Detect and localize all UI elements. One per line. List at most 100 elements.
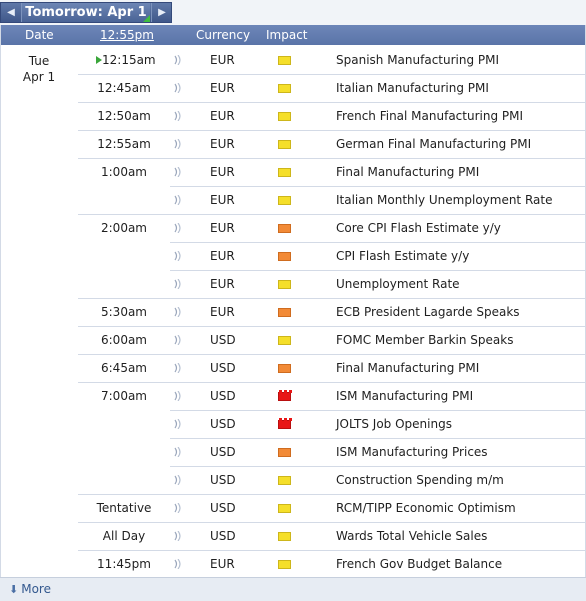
current-day-label: Tomorrow: Apr 1	[25, 5, 147, 20]
impact-medium-icon[interactable]	[278, 242, 294, 270]
calendar-toolbar: ◀ Tomorrow: Apr 1 ▶	[0, 0, 586, 25]
event-row[interactable]: USD ISM Manufacturing Prices	[0, 438, 586, 466]
event-time: 2:00am	[101, 221, 147, 235]
event-title[interactable]: French Final Manufacturing PMI	[336, 102, 523, 130]
event-title[interactable]: Unemployment Rate	[336, 270, 460, 298]
event-title[interactable]: French Gov Budget Balance	[336, 550, 502, 578]
impact-low-icon[interactable]	[278, 74, 294, 102]
column-header-date: Date	[25, 28, 54, 42]
event-currency: EUR	[210, 109, 235, 123]
event-row[interactable]: 6:45am USD Final Manufacturing PMI	[0, 354, 586, 382]
next-day-button[interactable]: ▶	[151, 3, 172, 22]
event-currency: EUR	[210, 305, 235, 319]
event-row[interactable]: All Day USD Wards Total Vehicle Sales	[0, 522, 586, 550]
event-row[interactable]: USD JOLTS Job Openings	[0, 410, 586, 438]
event-title[interactable]: Spanish Manufacturing PMI	[336, 46, 499, 74]
impact-medium-icon[interactable]	[278, 354, 294, 382]
previous-day-button[interactable]: ◀	[1, 3, 22, 22]
more-link[interactable]: ⬇ More	[9, 578, 51, 601]
event-row[interactable]: USD Construction Spending m/m	[0, 466, 586, 494]
event-time: 6:45am	[101, 361, 147, 375]
impact-low-icon[interactable]	[278, 130, 294, 158]
arrow-left-icon: ◀	[7, 7, 15, 18]
event-row[interactable]: 12:50am EUR French Final Manufacturing PMI	[0, 102, 586, 130]
event-time: 5:30am	[101, 305, 147, 319]
event-currency: USD	[210, 501, 236, 515]
day-navigator: ◀ Tomorrow: Apr 1 ▶	[0, 2, 172, 23]
event-title[interactable]: Wards Total Vehicle Sales	[336, 522, 487, 550]
impact-low-icon[interactable]	[278, 102, 294, 130]
event-row[interactable]: 6:00am USD FOMC Member Barkin Speaks	[0, 326, 586, 354]
event-currency: USD	[210, 529, 236, 543]
event-row[interactable]: 12:45am EUR Italian Manufacturing PMI	[0, 74, 586, 102]
event-title[interactable]: ISM Manufacturing Prices	[336, 438, 488, 466]
impact-high-icon[interactable]	[278, 382, 294, 410]
event-title[interactable]: CPI Flash Estimate y/y	[336, 242, 469, 270]
event-currency: USD	[210, 389, 236, 403]
event-title[interactable]: Italian Monthly Unemployment Rate	[336, 186, 552, 214]
event-title[interactable]: German Final Manufacturing PMI	[336, 130, 531, 158]
impact-high-icon[interactable]	[278, 410, 294, 438]
event-time: 12:55am	[97, 137, 151, 151]
event-title[interactable]: Italian Manufacturing PMI	[336, 74, 489, 102]
event-row[interactable]: 7:00am USD ISM Manufacturing PMI	[0, 382, 586, 410]
event-currency: EUR	[210, 557, 235, 571]
event-currency: USD	[210, 361, 236, 375]
impact-low-icon[interactable]	[278, 158, 294, 186]
event-currency: EUR	[210, 81, 235, 95]
current-time-link[interactable]: 12:55pm	[100, 25, 154, 45]
impact-medium-icon[interactable]	[278, 438, 294, 466]
impact-medium-icon[interactable]	[278, 214, 294, 242]
impact-medium-icon[interactable]	[278, 298, 294, 326]
event-time: 12:50am	[97, 109, 151, 123]
impact-low-icon[interactable]	[278, 494, 294, 522]
current-day-tab[interactable]: Tomorrow: Apr 1	[22, 3, 150, 22]
event-row[interactable]: EUR Unemployment Rate	[0, 270, 586, 298]
event-currency: EUR	[210, 221, 235, 235]
column-header-currency: Currency	[196, 28, 251, 42]
event-time: 12:45am	[97, 81, 151, 95]
event-title[interactable]: FOMC Member Barkin Speaks	[336, 326, 513, 354]
impact-low-icon[interactable]	[278, 270, 294, 298]
arrow-right-icon: ▶	[158, 7, 166, 18]
event-row[interactable]: Tentative USD RCM/TIPP Economic Optimism	[0, 494, 586, 522]
event-row[interactable]: 2:00am EUR Core CPI Flash Estimate y/y	[0, 214, 586, 242]
event-row[interactable]: 1:00am EUR Final Manufacturing PMI	[0, 158, 586, 186]
event-title[interactable]: Construction Spending m/m	[336, 466, 504, 494]
impact-low-icon[interactable]	[278, 186, 294, 214]
event-currency: EUR	[210, 165, 235, 179]
event-currency: USD	[210, 333, 236, 347]
event-row[interactable]: 12:15am EUR Spanish Manufacturing PMI	[0, 46, 586, 74]
event-row[interactable]: 11:45pm EUR French Gov Budget Balance	[0, 550, 586, 578]
event-row[interactable]: EUR Italian Monthly Unemployment Rate	[0, 186, 586, 214]
table-header: Date 12:55pm Currency Impact	[0, 25, 586, 45]
download-arrow-icon: ⬇	[9, 583, 19, 596]
event-title[interactable]: RCM/TIPP Economic Optimism	[336, 494, 516, 522]
event-time: 11:45pm	[97, 557, 151, 571]
impact-low-icon[interactable]	[278, 466, 294, 494]
event-title[interactable]: Final Manufacturing PMI	[336, 354, 479, 382]
event-title[interactable]: ECB President Lagarde Speaks	[336, 298, 520, 326]
event-row[interactable]: 12:55am EUR German Final Manufacturing PMI	[0, 130, 586, 158]
event-time: 1:00am	[101, 165, 147, 179]
impact-low-icon[interactable]	[278, 550, 294, 578]
event-title[interactable]: Core CPI Flash Estimate y/y	[336, 214, 501, 242]
impact-low-icon[interactable]	[278, 326, 294, 354]
event-currency: EUR	[210, 277, 235, 291]
calendar-footer: ⬇ More	[0, 577, 586, 601]
event-time: All Day	[102, 529, 146, 543]
event-currency: USD	[210, 473, 236, 487]
event-row[interactable]: 5:30am EUR ECB President Lagarde Speaks	[0, 298, 586, 326]
event-currency: USD	[210, 417, 236, 431]
event-row[interactable]: EUR CPI Flash Estimate y/y	[0, 242, 586, 270]
event-title[interactable]: ISM Manufacturing PMI	[336, 382, 473, 410]
impact-low-icon[interactable]	[278, 46, 294, 74]
event-currency: EUR	[210, 137, 235, 151]
more-label: More	[21, 582, 51, 596]
tab-corner-marker	[143, 15, 150, 22]
impact-low-icon[interactable]	[278, 522, 294, 550]
event-title[interactable]: JOLTS Job Openings	[336, 410, 452, 438]
event-time: 6:00am	[101, 333, 147, 347]
event-title[interactable]: Final Manufacturing PMI	[336, 158, 479, 186]
event-currency: EUR	[210, 53, 235, 67]
